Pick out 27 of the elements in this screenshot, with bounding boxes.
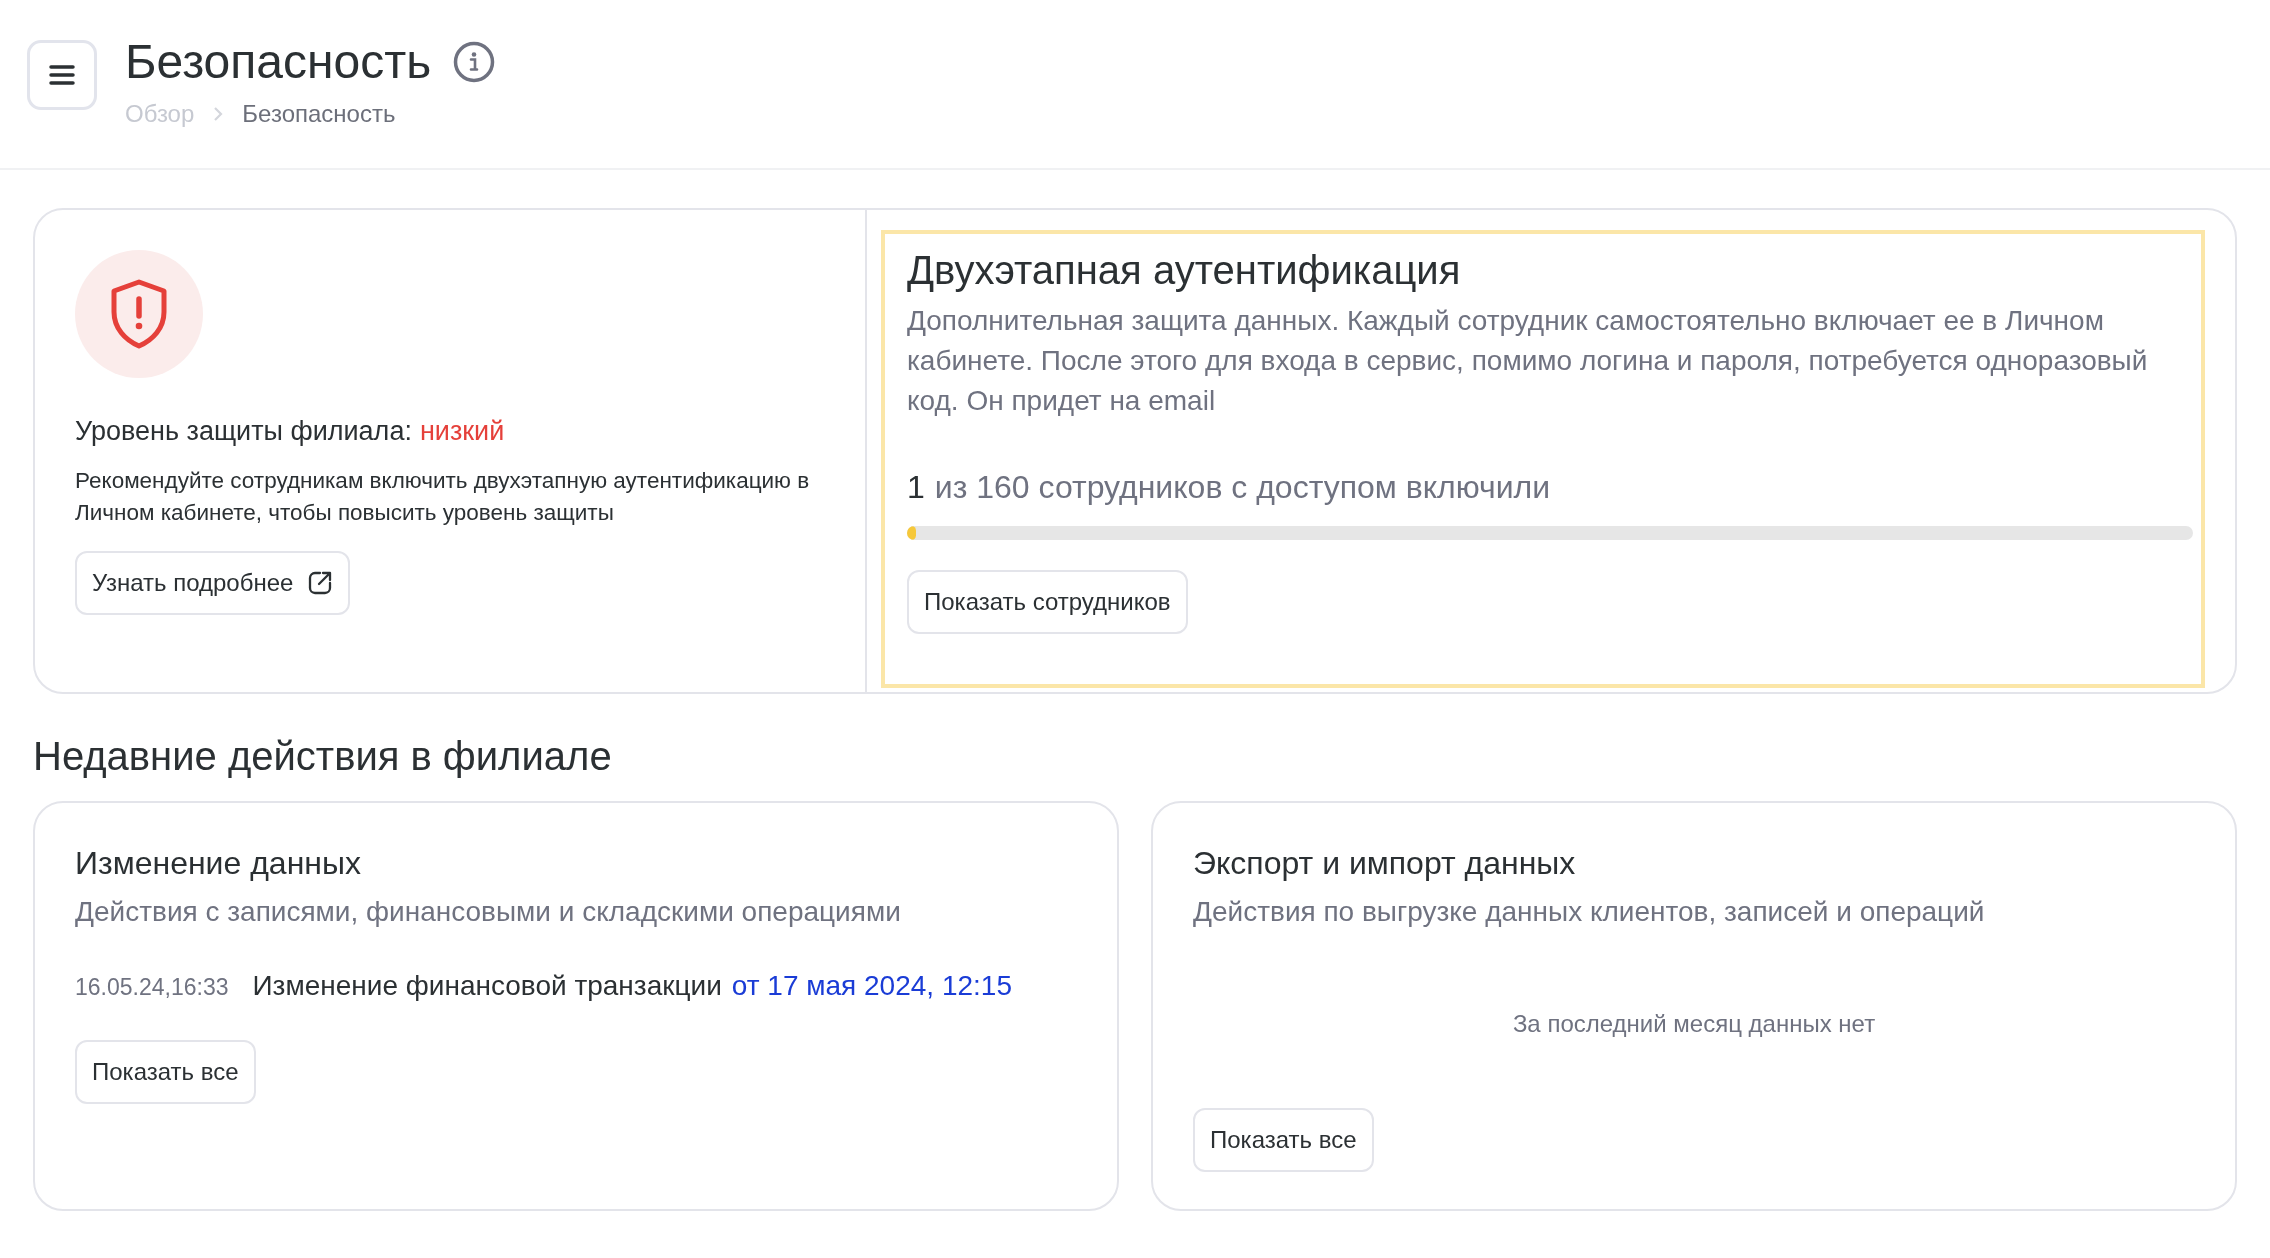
chevron-icon bbox=[212, 105, 225, 123]
info-icon[interactable] bbox=[453, 41, 496, 83]
enabled-count-label: из 160 сотрудников с доступом включили bbox=[934, 469, 1551, 506]
entry-link[interactable]: от 17 мая 2024, 12:15 bbox=[731, 970, 1012, 1002]
card-subtitle: Действия с записями, финансовыми и складскими операциями bbox=[75, 896, 902, 928]
entry-time: 16.05.24,16:33 bbox=[75, 974, 229, 1001]
entry-text: Изменение финансовой транзакции bbox=[252, 970, 722, 1002]
empty-message: За последний месяц данных нет bbox=[1511, 1010, 1877, 1038]
show-all-button[interactable]: Показать все bbox=[1193, 1108, 1374, 1172]
card-subtitle: Действия по выгрузке данных клиентов, записей и операций bbox=[1193, 896, 1986, 928]
enabled-count: 1 bbox=[907, 469, 925, 506]
protection-level-value: низкий bbox=[419, 416, 505, 447]
protection-level-label: Уровень защиты филиала: bbox=[75, 416, 412, 447]
page-title: Безопасность bbox=[125, 38, 432, 86]
card-title: Экспорт и импорт данных bbox=[1193, 845, 1577, 882]
section-title: Недавние действия в филиале bbox=[33, 734, 613, 779]
breadcrumb-item: Безопасность bbox=[242, 100, 396, 128]
card-title: Изменение данных bbox=[75, 845, 362, 882]
menu-icon bbox=[48, 64, 76, 86]
two-factor-description: Дополнительная защита данных. Каждый сотрудник самостоятельно включает ее в Личном кабинете. После этого для входа в сервис, помимо логина и пароля, потребуется одноразовый код. Он придет на email bbox=[907, 304, 2149, 418]
learn-more-button[interactable]: Узнать подробнее bbox=[75, 551, 351, 615]
external-link-icon bbox=[307, 570, 334, 596]
recommendation-text: Рекомендуйте сотрудникам включить двухэтапную аутентификацию в Личном кабинете, чтобы повысить уровень защиты bbox=[75, 467, 811, 527]
menu-button[interactable] bbox=[27, 40, 97, 110]
show-all-button[interactable]: Показать все bbox=[75, 1040, 256, 1104]
show-employees-button[interactable]: Показать сотрудников bbox=[907, 570, 1188, 634]
two-factor-title: Двухэтапная аутентификация bbox=[907, 248, 1462, 293]
